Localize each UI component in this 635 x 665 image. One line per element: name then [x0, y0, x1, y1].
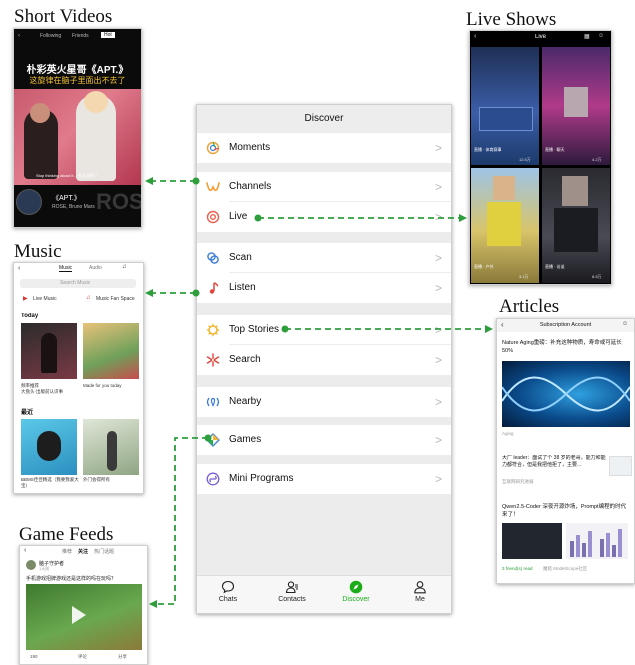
connector-dot [192, 177, 200, 185]
connector-dot [204, 434, 212, 442]
connector-dot [192, 289, 200, 297]
arrow-games-to-game-feeds [149, 437, 208, 608]
connector-dot [254, 214, 262, 222]
connector-arrows [145, 177, 493, 608]
connector-dot [281, 325, 289, 333]
